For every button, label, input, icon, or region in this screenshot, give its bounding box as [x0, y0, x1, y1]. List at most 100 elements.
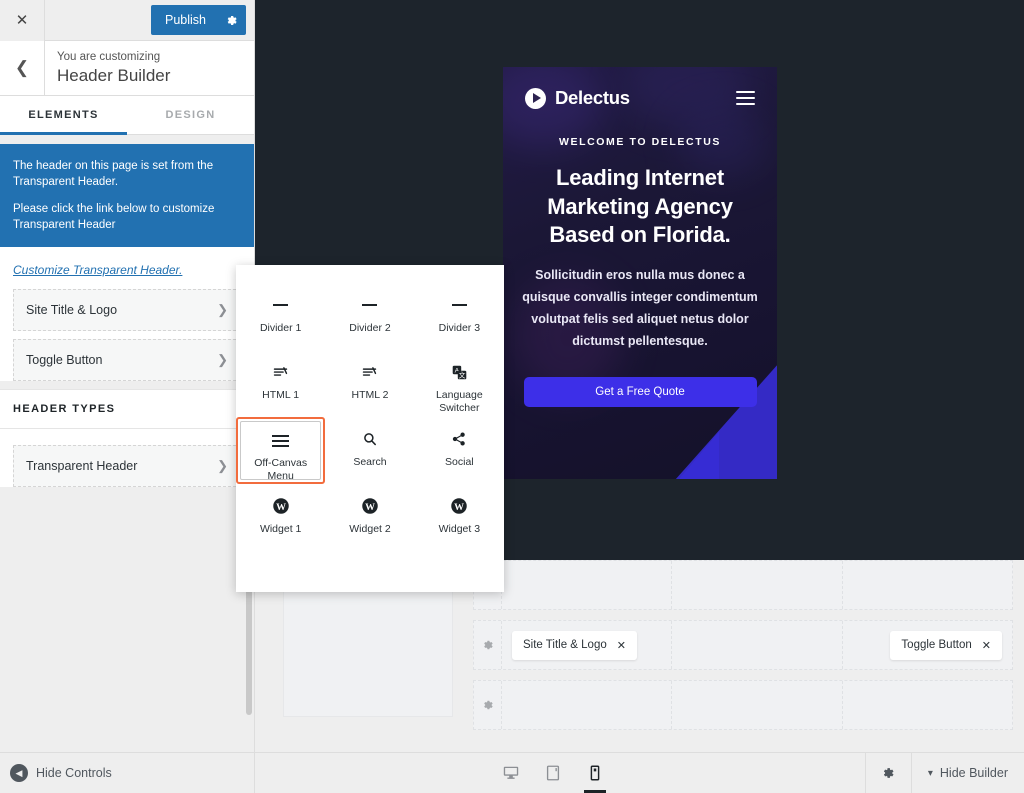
picker-item-button-2[interactable]: Button 2	[415, 265, 504, 283]
builder-cell-left[interactable]: Site Title & Logo ✕	[502, 621, 673, 669]
desktop-icon[interactable]	[497, 753, 525, 793]
picker-item-widget-1[interactable]: W Widget 1	[236, 484, 325, 551]
gear-icon[interactable]	[216, 5, 246, 35]
close-icon[interactable]: ✕	[982, 639, 991, 652]
customizing-label: You are customizing	[57, 51, 161, 63]
table-row[interactable]	[473, 560, 1013, 610]
customize-transparent-header-link[interactable]: Customize Transparent Header.	[13, 263, 182, 277]
svg-text:W: W	[276, 502, 286, 513]
builder-cell-center[interactable]	[672, 681, 843, 729]
site-brand-name: Delectus	[555, 87, 630, 108]
svg-text:W: W	[454, 502, 464, 513]
table-row[interactable]: Site Title & Logo ✕ Toggle Button ✕	[473, 620, 1013, 670]
builder-cell-center[interactable]	[672, 621, 843, 669]
bottom-toolbar: ◀ Hide Controls ▾ Hide Builder	[0, 752, 1024, 793]
picker-item-divider-3[interactable]: Divider 3	[415, 283, 504, 350]
language-switcher-icon: A文	[451, 361, 468, 383]
sidebar-item-transparent-header[interactable]: Transparent Header ❯	[13, 445, 241, 487]
publish-button[interactable]: Publish	[151, 5, 216, 35]
transparent-header-notice: The header on this page is set from the …	[0, 144, 254, 247]
chip-label: Site Title & Logo	[523, 639, 607, 651]
picker-item-label: Widget 2	[349, 523, 391, 535]
picker-item-social[interactable]: Social	[415, 417, 504, 484]
picker-item-button-1[interactable]: Button 1	[325, 265, 414, 283]
builder-chip-site-title-logo[interactable]: Site Title & Logo ✕	[512, 630, 637, 660]
device-preview-switcher	[497, 753, 623, 793]
wordpress-icon: W	[361, 495, 379, 517]
wordpress-icon: W	[272, 495, 290, 517]
tablet-icon[interactable]	[539, 753, 567, 793]
hide-builder-label: Hide Builder	[939, 766, 1008, 780]
builder-cell-left[interactable]	[502, 681, 673, 729]
hide-controls-label: Hide Controls	[36, 766, 112, 780]
gear-icon[interactable]	[864, 752, 911, 793]
picker-item-label: Account	[246, 265, 316, 268]
picker-item-label: Language Switcher	[435, 389, 483, 414]
divider-icon	[273, 294, 289, 316]
picker-item-widget-3[interactable]: W Widget 3	[415, 484, 504, 551]
builder-side-panel	[283, 572, 453, 717]
site-brand[interactable]: Delectus	[525, 87, 630, 109]
bottom-toolbar-right: ▾ Hide Builder	[864, 752, 1024, 793]
customizer-topbar: ✕ Publish	[0, 0, 254, 41]
chevron-left-icon[interactable]: ❮	[0, 40, 45, 96]
panel-body: The header on this page is set from the …	[0, 135, 254, 752]
picker-item-label: Social	[445, 456, 474, 468]
svg-text:文: 文	[458, 370, 465, 379]
builder-cell-right[interactable]	[843, 681, 1012, 729]
picker-item-off-canvas-menu[interactable]: Off-Canvas Menu	[236, 417, 326, 484]
builder-chip-toggle-button[interactable]: Toggle Button ✕	[890, 630, 1002, 660]
table-row[interactable]	[473, 680, 1013, 730]
picker-item-label: Button 2	[424, 265, 494, 268]
header-types-list: Transparent Header ❯	[0, 429, 254, 487]
site-header: Delectus	[503, 67, 777, 109]
picker-item-account[interactable]: Account	[236, 265, 325, 283]
element-picker-popup: Account Button 1 Button 2 Divider 1	[236, 265, 504, 592]
publish-group: Publish	[151, 5, 246, 35]
builder-cell-center[interactable]	[672, 561, 843, 609]
picker-item-language-switcher[interactable]: A文 Language Switcher	[415, 350, 504, 417]
collapse-arrow-icon: ◀	[10, 764, 28, 782]
elements-list: Site Title & Logo ❯ Toggle Button ❯	[0, 289, 254, 381]
tab-elements[interactable]: ELEMENTS	[0, 96, 127, 135]
picker-item-label: Divider 1	[259, 322, 302, 334]
divider-icon	[362, 294, 378, 316]
customize-link-row: Customize Transparent Header.	[0, 247, 254, 289]
picker-item-divider-1[interactable]: Divider 1	[236, 283, 325, 350]
sidebar-item-site-title-logo[interactable]: Site Title & Logo ❯	[13, 289, 241, 331]
picker-item-label: Divider 2	[349, 322, 391, 334]
sidebar-item-label: Toggle Button	[26, 353, 103, 367]
chevron-right-icon: ❯	[217, 458, 228, 473]
hide-builder-button[interactable]: ▾ Hide Builder	[910, 752, 1024, 793]
hamburger-icon[interactable]	[736, 91, 755, 105]
row-settings-gear-icon[interactable]	[474, 621, 502, 669]
page-title: Header Builder	[57, 66, 171, 85]
chevron-right-icon: ❯	[217, 302, 228, 317]
tab-design[interactable]: DESIGN	[127, 96, 254, 134]
builder-cell-left[interactable]	[502, 561, 673, 609]
builder-cell-right[interactable]: Toggle Button ✕	[843, 621, 1012, 669]
site-hero: Delectus WELCOME TO DELECTUS Leading Int…	[503, 67, 777, 479]
chevron-right-icon: ❯	[217, 352, 228, 367]
mobile-icon[interactable]	[581, 753, 609, 793]
wordpress-icon: W	[450, 495, 468, 517]
hide-controls-button[interactable]: ◀ Hide Controls	[10, 764, 112, 782]
builder-rows: Site Title & Logo ✕ Toggle Button ✕	[473, 560, 1013, 740]
picker-item-label: Widget 1	[259, 523, 302, 535]
panel-tabs: ELEMENTS DESIGN	[0, 96, 254, 135]
get-a-free-quote-button[interactable]: Get a Free Quote	[523, 376, 757, 407]
customizer-header: ❮ You are customizing Header Builder	[0, 40, 254, 96]
row-settings-gear-icon[interactable]	[474, 681, 502, 729]
close-icon[interactable]: ✕	[0, 0, 45, 41]
share-icon	[451, 428, 467, 450]
builder-cell-right[interactable]	[843, 561, 1012, 609]
picker-item-html-1[interactable]: HTML 1	[236, 350, 325, 417]
picker-item-search[interactable]: Search	[325, 417, 414, 484]
picker-item-divider-2[interactable]: Divider 2	[325, 283, 414, 350]
picker-item-widget-2[interactable]: W Widget 2	[325, 484, 414, 551]
notice-line-2: Please click the link below to customize…	[13, 203, 215, 231]
sidebar-item-toggle-button[interactable]: Toggle Button ❯	[13, 339, 241, 381]
picker-item-html-2[interactable]: HTML 2	[325, 350, 414, 417]
sidebar-item-label: Site Title & Logo	[26, 303, 118, 317]
close-icon[interactable]: ✕	[617, 639, 626, 652]
